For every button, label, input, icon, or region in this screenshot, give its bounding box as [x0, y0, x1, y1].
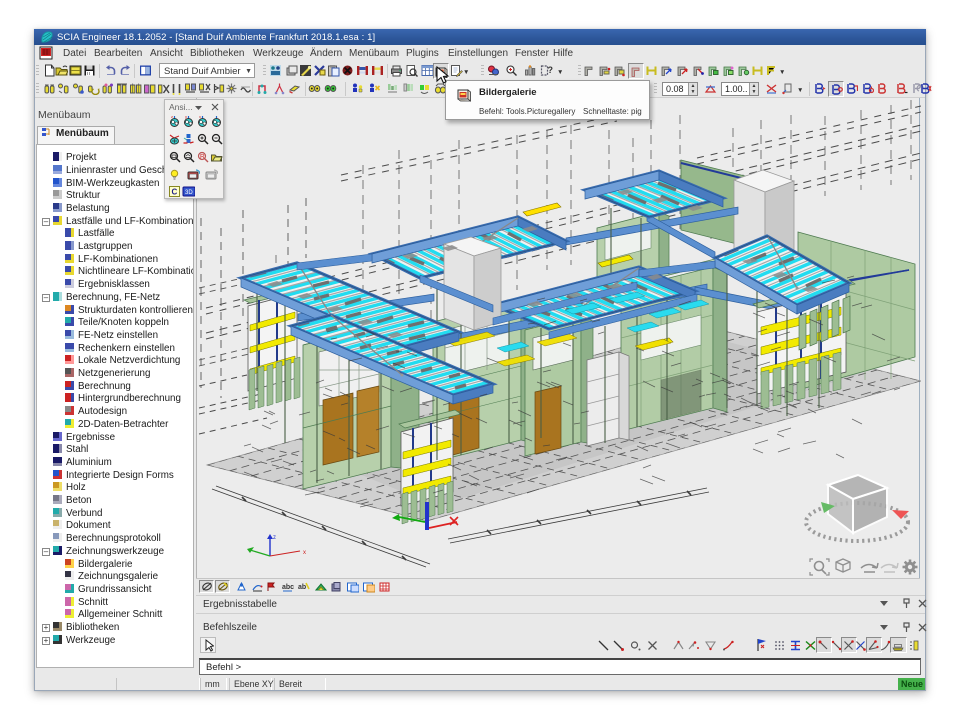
svg-text:ab: ab [298, 584, 306, 591]
svg-text:abc: abc [282, 584, 294, 591]
svg-text:3D: 3D [185, 190, 193, 196]
svg-text:?: ? [548, 65, 554, 75]
svg-text:x: x [303, 550, 306, 556]
svg-text:y: y [185, 114, 187, 119]
svg-text:z: z [273, 535, 276, 541]
svg-text:z: z [171, 114, 173, 119]
svg-text:C: C [172, 188, 178, 197]
svg-text:R: R [200, 154, 205, 161]
svg-text:x: x [199, 114, 201, 119]
